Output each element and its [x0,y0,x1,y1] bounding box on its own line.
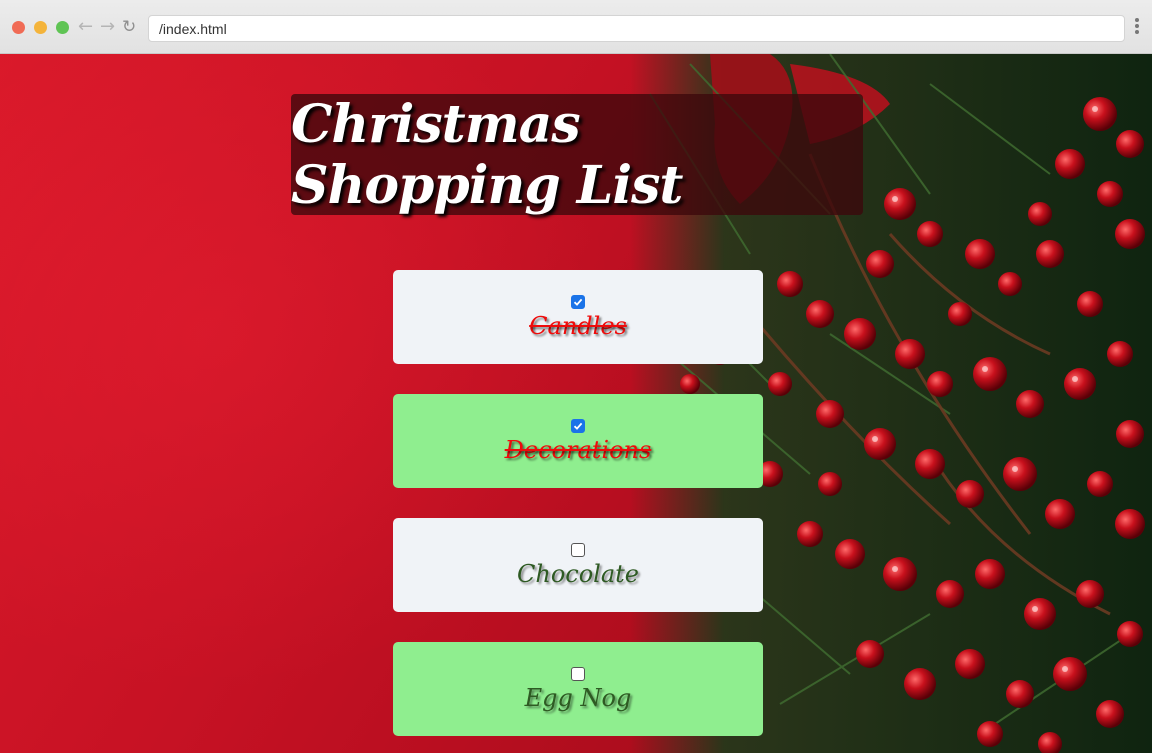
checkmark-icon [573,422,583,430]
checkmark-icon [573,298,583,306]
reload-icon[interactable]: ↻ [122,16,136,38]
list-item-candles[interactable]: Candles [393,270,763,364]
item-label: Egg Nog [524,684,632,712]
item-checkbox[interactable] [571,543,585,557]
address-bar[interactable]: /index.html [148,15,1125,42]
title-banner: Christmas Shopping List [291,93,863,216]
list-item-decorations[interactable]: Decorations [393,394,763,488]
item-label: Candles [529,312,627,340]
item-label: Chocolate [517,560,639,588]
list-item-chocolate[interactable]: Chocolate [393,518,763,612]
item-label: Decorations [504,436,652,464]
browser-toolbar: ← → ↻ /index.html [0,0,1152,54]
list-item-egg-nog[interactable]: Egg Nog [393,642,763,736]
browser-menu-icon[interactable] [1134,18,1140,36]
item-checkbox[interactable] [571,295,585,309]
forward-arrow-icon[interactable]: → [100,16,115,38]
maximize-window-button[interactable] [56,21,69,34]
minimize-window-button[interactable] [34,21,47,34]
back-arrow-icon[interactable]: ← [78,16,93,38]
page-title: Christmas Shopping List [291,93,683,216]
item-checkbox[interactable] [571,667,585,681]
close-window-button[interactable] [12,21,25,34]
page-viewport: Christmas Shopping List Candles Decorati… [0,54,1152,753]
item-checkbox[interactable] [571,419,585,433]
